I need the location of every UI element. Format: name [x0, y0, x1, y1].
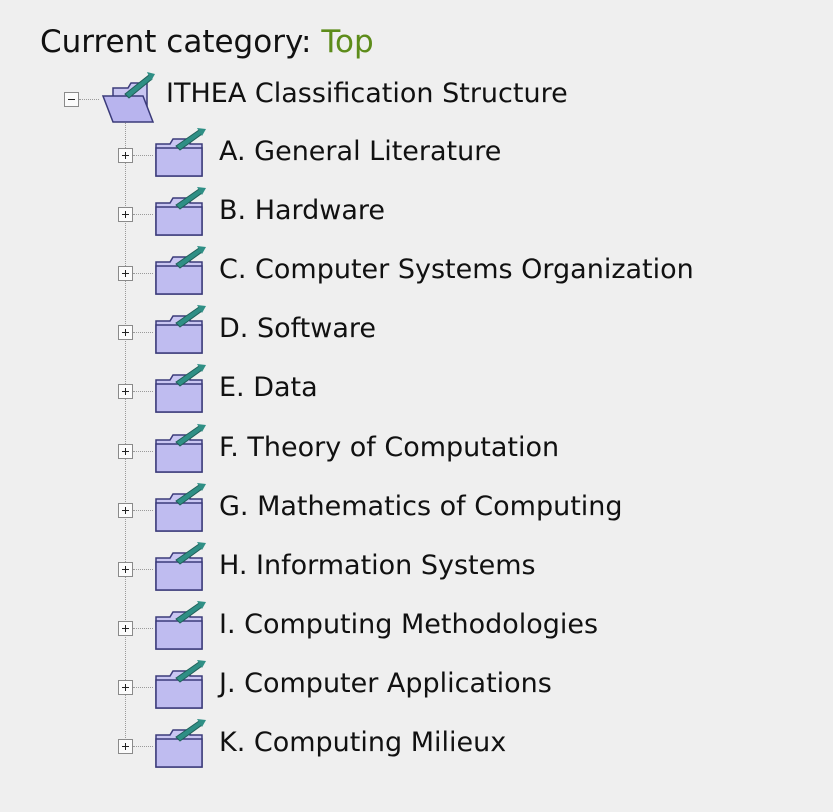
- tree-child-label[interactable]: H. Information Systems: [219, 548, 536, 584]
- folder-icon: [152, 719, 210, 771]
- classification-tree: ITHEA Classification Structure A. Genera…: [0, 0, 833, 812]
- tree-child-label[interactable]: E. Data: [219, 370, 318, 406]
- tree-child-node[interactable]: B. Hardware: [0, 187, 833, 239]
- tree-root-node[interactable]: ITHEA Classification Structure: [0, 70, 833, 124]
- folder-icon: [152, 246, 210, 298]
- expand-toggle-icon[interactable]: [118, 207, 133, 222]
- tree-child-node[interactable]: E. Data: [0, 364, 833, 416]
- folder-open-icon: [99, 72, 157, 124]
- folder-icon: [152, 187, 210, 239]
- tree-child-node[interactable]: J. Computer Applications: [0, 660, 833, 712]
- tree-child-label[interactable]: J. Computer Applications: [219, 666, 552, 702]
- tree-connector-horizontal: [133, 510, 153, 511]
- tree-connector-horizontal: [133, 628, 153, 629]
- category-tree-page: Current category: Top ITHEA Classificati…: [0, 0, 833, 812]
- tree-connector-horizontal: [133, 155, 153, 156]
- expand-toggle-icon[interactable]: [118, 444, 133, 459]
- tree-connector-horizontal: [133, 569, 153, 570]
- tree-connector-horizontal: [133, 391, 153, 392]
- tree-root-label[interactable]: ITHEA Classification Structure: [166, 76, 568, 112]
- folder-icon: [152, 364, 210, 416]
- tree-child-node[interactable]: A. General Literature: [0, 128, 833, 180]
- expand-toggle-icon[interactable]: [118, 266, 133, 281]
- tree-child-node[interactable]: C. Computer Systems Organization: [0, 246, 833, 298]
- tree-connector-horizontal: [79, 99, 99, 100]
- folder-icon: [152, 483, 210, 535]
- tree-child-label[interactable]: K. Computing Milieux: [219, 725, 506, 761]
- tree-child-node[interactable]: F. Theory of Computation: [0, 424, 833, 476]
- folder-icon: [152, 660, 210, 712]
- tree-child-label[interactable]: I. Computing Methodologies: [219, 607, 598, 643]
- tree-child-node[interactable]: K. Computing Milieux: [0, 719, 833, 771]
- expand-toggle-icon[interactable]: [118, 325, 133, 340]
- folder-icon: [152, 305, 210, 357]
- folder-icon: [152, 424, 210, 476]
- tree-connector-horizontal: [133, 273, 153, 274]
- folder-icon: [152, 542, 210, 594]
- tree-connector-horizontal: [133, 687, 153, 688]
- tree-connector-horizontal: [133, 332, 153, 333]
- tree-child-node[interactable]: D. Software: [0, 305, 833, 357]
- tree-child-node[interactable]: G. Mathematics of Computing: [0, 483, 833, 535]
- tree-child-label[interactable]: C. Computer Systems Organization: [219, 252, 694, 288]
- tree-child-label[interactable]: F. Theory of Computation: [219, 430, 559, 466]
- expand-toggle-icon[interactable]: [118, 621, 133, 636]
- expand-toggle-icon[interactable]: [118, 148, 133, 163]
- expand-toggle-icon[interactable]: [118, 562, 133, 577]
- expand-toggle-icon[interactable]: [118, 680, 133, 695]
- expand-toggle-icon[interactable]: [118, 384, 133, 399]
- tree-child-label[interactable]: B. Hardware: [219, 193, 385, 229]
- tree-child-node[interactable]: I. Computing Methodologies: [0, 601, 833, 653]
- tree-child-label[interactable]: G. Mathematics of Computing: [219, 489, 623, 525]
- expand-toggle-icon[interactable]: [118, 739, 133, 754]
- collapse-toggle-icon[interactable]: [64, 92, 79, 107]
- tree-child-label[interactable]: D. Software: [219, 311, 376, 347]
- tree-connector-horizontal: [133, 214, 153, 215]
- tree-child-label[interactable]: A. General Literature: [219, 134, 501, 170]
- tree-child-node[interactable]: H. Information Systems: [0, 542, 833, 594]
- tree-connector-horizontal: [133, 451, 153, 452]
- folder-icon: [152, 128, 210, 180]
- expand-toggle-icon[interactable]: [118, 503, 133, 518]
- tree-connector-horizontal: [133, 746, 153, 747]
- folder-icon: [152, 601, 210, 653]
